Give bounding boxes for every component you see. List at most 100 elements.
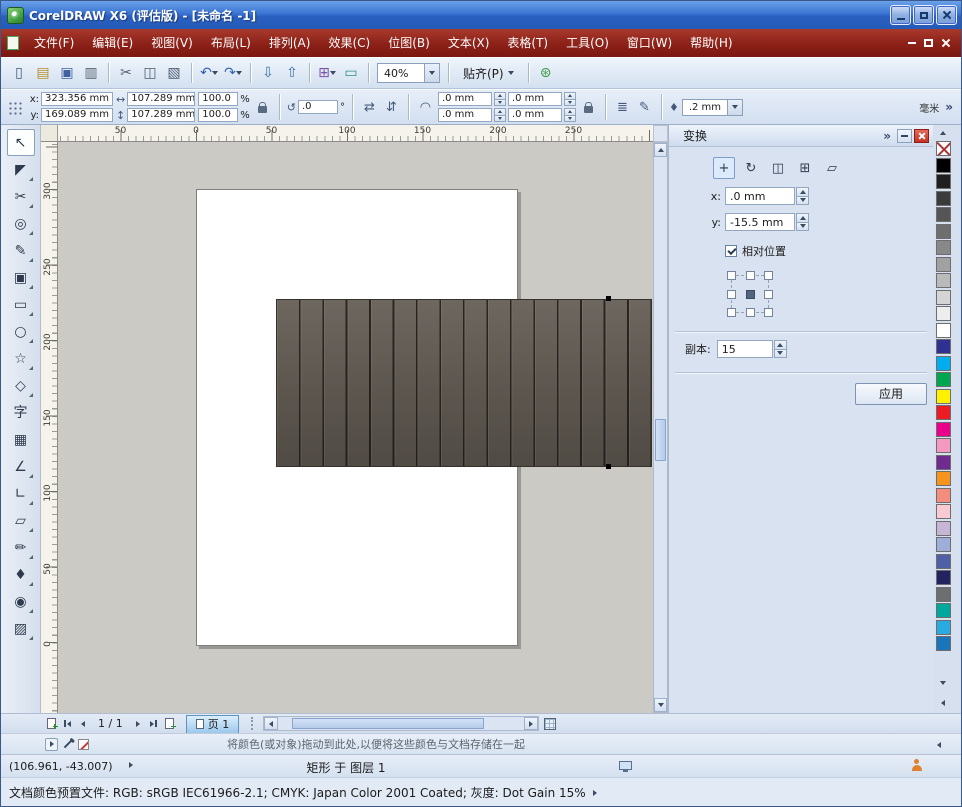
object-y-field[interactable]: 169.089 mm	[41, 108, 113, 122]
duplicated-rectangles-object[interactable]	[276, 299, 652, 467]
status-flyout-button[interactable]	[129, 762, 133, 768]
scrollbar-corner-button[interactable]	[653, 125, 668, 142]
palette-swatch-20-black[interactable]	[936, 290, 951, 305]
drawing-canvas[interactable]	[58, 142, 653, 713]
palette-swatch-blue[interactable]	[936, 339, 951, 354]
menu-help[interactable]: 帮助(H)	[681, 32, 741, 54]
ruler-origin-button[interactable]	[41, 125, 58, 142]
color-eyedropper-tool[interactable]: ✏	[7, 534, 35, 561]
dimension-tool[interactable]: ∠	[7, 453, 35, 480]
palette-swatch-10-black[interactable]	[936, 306, 951, 321]
zoom-level-combo[interactable]: 40%	[377, 63, 440, 83]
membership-icon[interactable]	[910, 759, 923, 772]
transform-x-spinner[interactable]	[796, 187, 809, 205]
relative-position-checkbox[interactable]	[725, 245, 737, 257]
corner-radius-field[interactable]: .0 mm	[438, 92, 492, 106]
anchor-top-left[interactable]	[727, 271, 736, 280]
convert-to-curves-button[interactable]: ✎	[635, 98, 654, 117]
menu-view[interactable]: 视图(V)	[142, 32, 202, 54]
interactive-fill-tool[interactable]: ▨	[7, 615, 35, 642]
docker-collapse-button[interactable]: »	[883, 129, 891, 143]
palette-swatch-80-black[interactable]	[936, 191, 951, 206]
new-document-button[interactable]: ▯	[7, 61, 31, 85]
transform-position-button[interactable]: +	[713, 157, 735, 179]
blend-tool[interactable]: ▱	[7, 507, 35, 534]
color-profile-flyout-button[interactable]	[593, 790, 597, 796]
add-page-after-button[interactable]	[162, 716, 178, 732]
options-button[interactable]: ⊛	[534, 61, 558, 85]
welcome-screen-button[interactable]: ▭	[339, 61, 363, 85]
edit-corners-together-button[interactable]	[579, 98, 598, 117]
next-page-button[interactable]	[130, 716, 146, 732]
document-palette-expand-button[interactable]	[45, 738, 58, 751]
corner-radius-spinner[interactable]	[564, 92, 576, 106]
transform-size-button[interactable]: ⊞	[794, 157, 816, 179]
anchor-bottom-right[interactable]	[764, 308, 773, 317]
object-width-field[interactable]: 107.289 mm	[127, 92, 195, 106]
selection-handle-top[interactable]	[606, 296, 611, 301]
scroll-down-button[interactable]	[654, 698, 667, 712]
transform-skew-button[interactable]: ▱	[821, 157, 843, 179]
menu-edit[interactable]: 编辑(E)	[83, 32, 142, 54]
cut-button[interactable]: ✂	[114, 61, 138, 85]
crop-tool[interactable]: ✂	[7, 183, 35, 210]
transform-scale-mirror-button[interactable]: ◫	[767, 157, 789, 179]
palette-swatch-ocean-blue[interactable]	[936, 636, 951, 651]
palette-swatch-light-pink[interactable]	[936, 504, 951, 519]
scroll-up-button[interactable]	[654, 143, 667, 157]
palette-swatch-navy[interactable]	[936, 570, 951, 585]
menu-bitmaps[interactable]: 位图(B)	[379, 32, 439, 54]
shape-tool[interactable]: ◤	[7, 156, 35, 183]
menu-table[interactable]: 表格(T)	[498, 32, 557, 54]
connector-tool[interactable]: ∟	[7, 480, 35, 507]
corner-radius-spinner[interactable]	[494, 108, 506, 122]
apply-button[interactable]: 应用	[855, 383, 927, 405]
palette-scroll-up-button[interactable]	[936, 127, 950, 139]
palette-swatch-orange[interactable]	[936, 471, 951, 486]
menu-tools[interactable]: 工具(O)	[557, 32, 618, 54]
zoom-dropdown-button[interactable]	[424, 64, 439, 82]
anchor-right[interactable]	[764, 290, 773, 299]
palette-swatch-70-black[interactable]	[936, 207, 951, 222]
scroll-right-button[interactable]	[524, 717, 538, 730]
palette-swatch-pink[interactable]	[936, 438, 951, 453]
corner-radius-spinner[interactable]	[564, 108, 576, 122]
object-x-field[interactable]: 323.356 mm	[41, 92, 113, 106]
close-button[interactable]	[936, 5, 957, 25]
snap-to-button[interactable]: 贴齐(P)	[456, 62, 521, 84]
doc-minimize-icon[interactable]	[908, 42, 916, 44]
horizontal-scrollbar[interactable]	[263, 716, 539, 731]
fill-tool[interactable]: ◉	[7, 588, 35, 615]
vertical-scrollbar[interactable]	[653, 142, 668, 713]
corner-radius-field[interactable]: .0 mm	[438, 108, 492, 122]
pick-tool[interactable]: ↖	[7, 129, 35, 156]
transform-x-field[interactable]: .0 mm	[725, 187, 795, 205]
transform-rotate-button[interactable]: ↻	[740, 157, 762, 179]
smart-fill-tool[interactable]: ▣	[7, 264, 35, 291]
wrap-text-button[interactable]: ≣	[613, 98, 632, 117]
copies-field[interactable]: 15	[717, 340, 773, 358]
outline-width-dropdown[interactable]	[727, 100, 742, 115]
last-page-button[interactable]	[146, 716, 162, 732]
horizontal-ruler[interactable]: 50050100150200250	[58, 125, 653, 142]
palette-swatch-slate[interactable]	[936, 587, 951, 602]
docker-close-button[interactable]	[914, 129, 929, 143]
first-page-button[interactable]	[59, 716, 75, 732]
palette-swatch-black[interactable]	[936, 158, 951, 173]
anchor-center[interactable]	[746, 290, 755, 299]
polygon-tool[interactable]: ☆	[7, 345, 35, 372]
export-button[interactable]: ⇧	[280, 61, 304, 85]
scroll-left-button[interactable]	[264, 717, 278, 730]
menu-file[interactable]: 文件(F)	[25, 32, 83, 54]
palette-swatch-magenta[interactable]	[936, 422, 951, 437]
previous-page-button[interactable]	[75, 716, 91, 732]
palette-scroll-down-button[interactable]	[936, 677, 950, 689]
corner-radius-field[interactable]: .0 mm	[508, 108, 562, 122]
menu-effects[interactable]: 效果(C)	[319, 32, 379, 54]
anchor-top[interactable]	[746, 271, 755, 280]
zoom-tool[interactable]: ◎	[7, 210, 35, 237]
vertical-scroll-thumb[interactable]	[655, 419, 666, 461]
redo-button[interactable]: ↷	[221, 61, 245, 85]
horizontal-scroll-thumb[interactable]	[292, 718, 484, 729]
menu-arrange[interactable]: 排列(A)	[260, 32, 320, 54]
